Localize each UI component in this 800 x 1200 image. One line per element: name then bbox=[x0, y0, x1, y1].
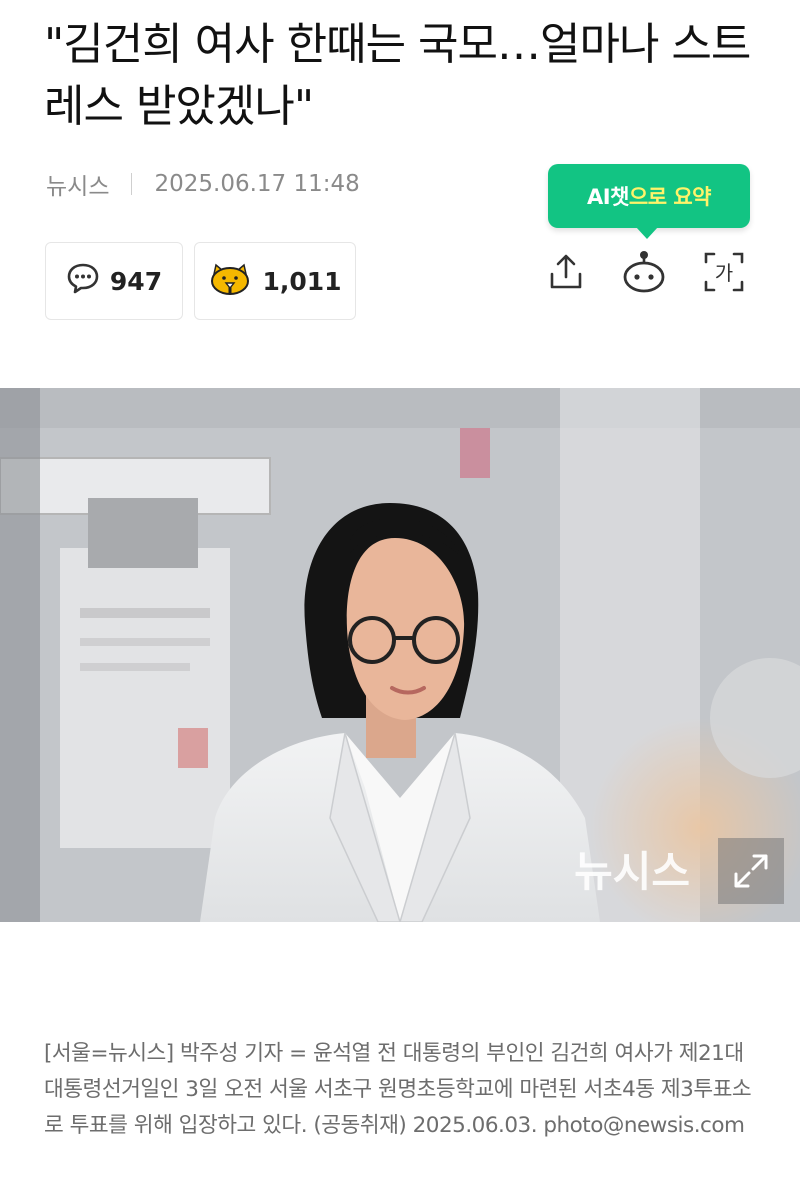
font-size-icon: 가 bbox=[702, 250, 746, 298]
article-photo[interactable]: 뉴시스 bbox=[0, 388, 800, 922]
ai-summary-label-suffix: 으로 요약 bbox=[628, 185, 712, 209]
ai-bot-button[interactable] bbox=[620, 250, 668, 298]
expand-icon bbox=[732, 852, 770, 890]
comments-count: 947 bbox=[109, 266, 163, 296]
comments-button[interactable]: 947 bbox=[45, 242, 183, 320]
share-icon bbox=[546, 252, 586, 296]
press-name[interactable]: 뉴시스 bbox=[46, 167, 109, 201]
photo-caption: [서울=뉴시스] 박주성 기자 = 윤석열 전 대통령의 부인인 김건희 여사가… bbox=[44, 1041, 752, 1138]
expand-photo-button[interactable] bbox=[718, 838, 784, 904]
bot-icon bbox=[621, 249, 667, 299]
share-button[interactable] bbox=[542, 250, 590, 298]
publish-date: 2025.06.17 11:48 bbox=[154, 171, 360, 197]
comment-icon bbox=[66, 262, 100, 300]
ai-summary-tooltip[interactable]: AI챗 으로 요약 bbox=[548, 164, 750, 239]
reactions-button[interactable]: 1,011 bbox=[194, 242, 356, 320]
reaction-face-icon bbox=[208, 260, 252, 302]
ai-summary-label-prefix: AI챗 bbox=[587, 185, 629, 209]
article-headline: "김건희 여사 한때는 국모…얼마나 스트레스 받았겠나" bbox=[44, 19, 751, 132]
reactions-count: 1,011 bbox=[262, 266, 342, 296]
meta-divider bbox=[131, 173, 133, 195]
font-size-glyph: 가 bbox=[715, 261, 733, 285]
font-size-button[interactable]: 가 bbox=[700, 250, 748, 298]
article-meta: 뉴시스 2025.06.17 11:48 bbox=[46, 168, 360, 200]
photo-watermark: 뉴시스 bbox=[574, 847, 690, 896]
